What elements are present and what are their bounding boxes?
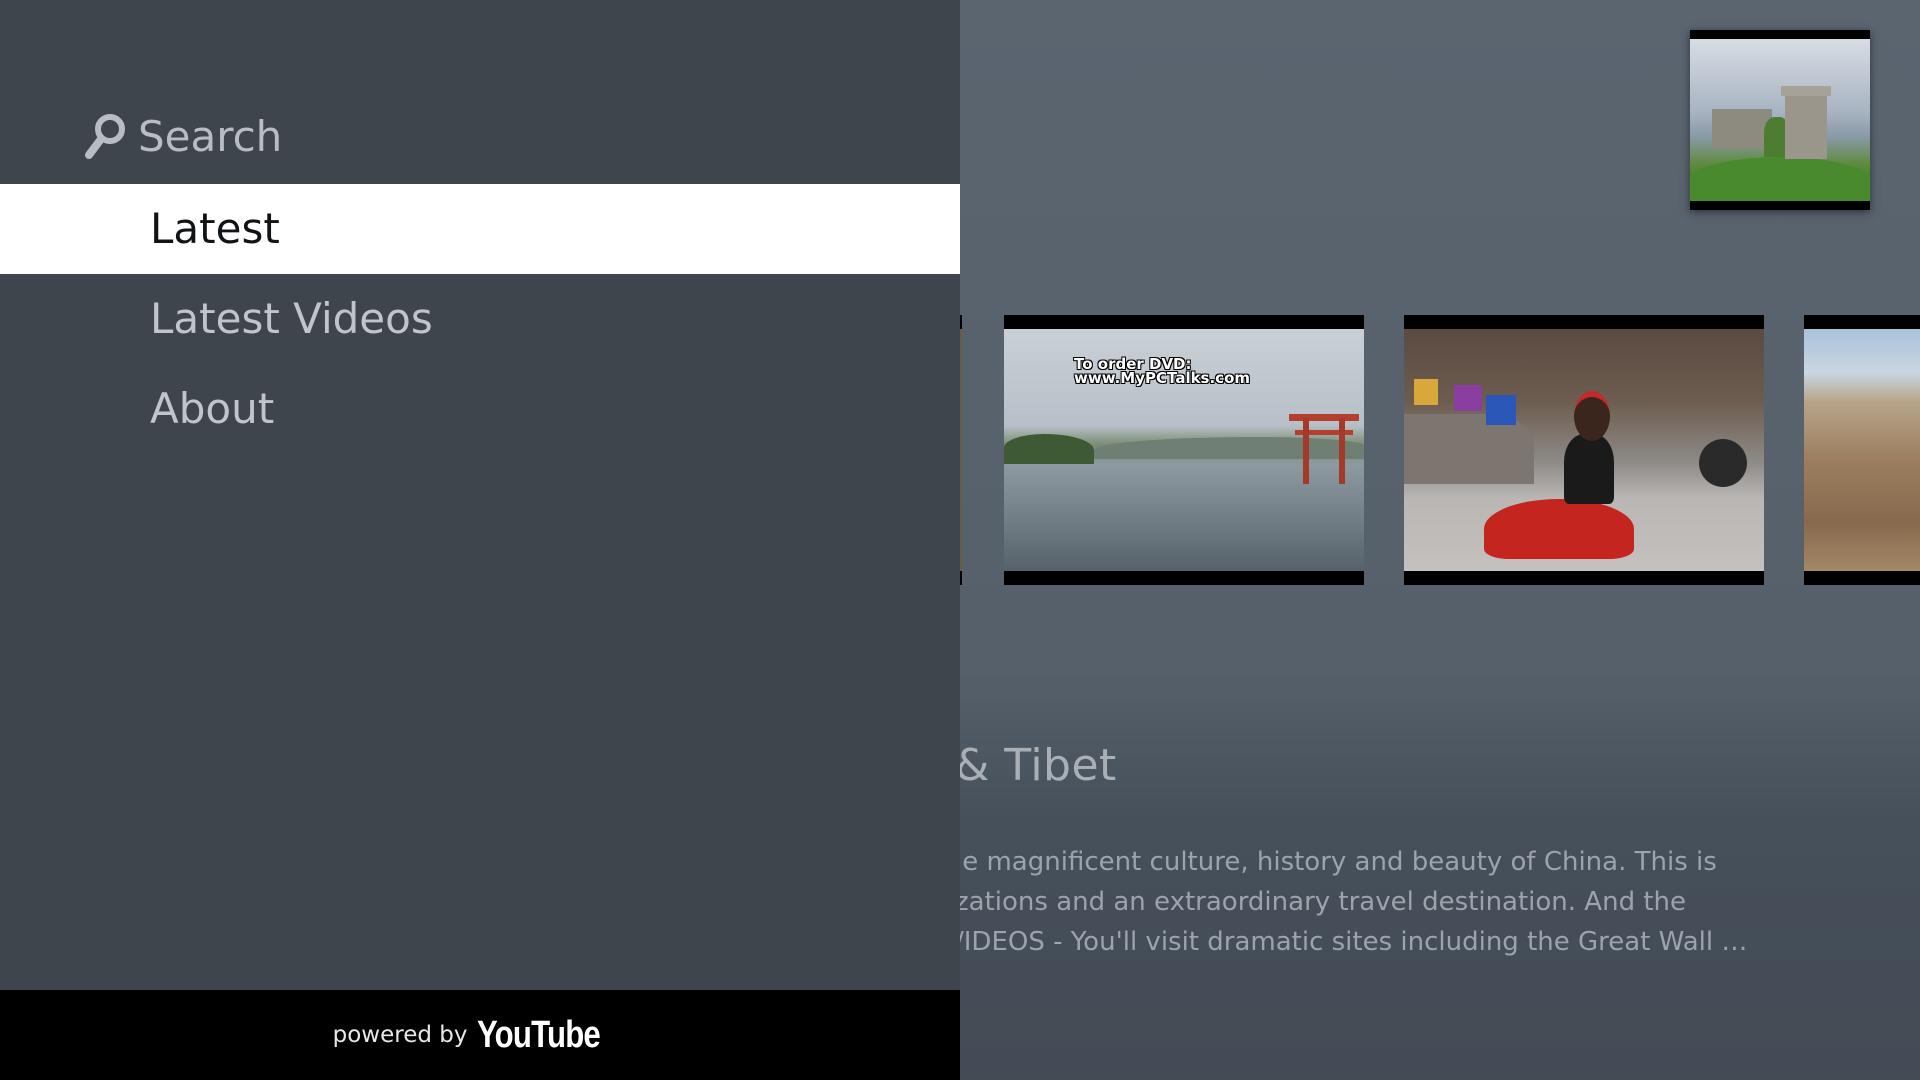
thumbnail-overlay-text: To order DVD: www.MyPCTalks.com	[1074, 355, 1251, 387]
menu-item-latest[interactable]: Latest	[0, 184, 960, 274]
search-label: Search	[138, 111, 283, 161]
search-icon	[84, 111, 128, 161]
dancer-image	[1404, 329, 1764, 571]
footer-bar: powered by YouTube	[0, 990, 960, 1080]
video-thumbnail-canyon[interactable]	[1804, 315, 1920, 585]
search-menu-item[interactable]: Search	[84, 108, 282, 164]
video-title: & Tibet	[955, 740, 1117, 791]
canyon-image	[1804, 329, 1920, 571]
navigation-drawer: Search Latest Latest Videos About powere…	[0, 0, 960, 1080]
description-line: ıe magnificent culture, history and beau…	[955, 847, 1717, 877]
menu-item-latest-videos[interactable]: Latest Videos	[0, 274, 960, 364]
video-description: ıe magnificent culture, history and beau…	[955, 842, 1895, 962]
torii-gate-image: To order DVD: www.MyPCTalks.com	[1004, 329, 1364, 571]
powered-by-text: powered by	[332, 1022, 468, 1048]
video-thumbnail-miyajima[interactable]: To order DVD: www.MyPCTalks.com	[1004, 315, 1364, 585]
menu-item-label: About	[150, 384, 275, 433]
description-line: zations and an extraordinary travel dest…	[955, 887, 1687, 917]
youtube-logo: YouTube	[477, 1013, 601, 1056]
description-line: /IDEOS - You'll visit dramatic sites inc…	[955, 927, 1748, 957]
featured-video-thumbnail[interactable]	[1690, 30, 1870, 210]
castle-image	[1690, 39, 1870, 201]
video-thumbnail-dance[interactable]	[1404, 315, 1764, 585]
menu-item-label: Latest	[150, 204, 280, 253]
menu-item-about[interactable]: About	[0, 364, 960, 454]
menu-item-label: Latest Videos	[150, 294, 433, 343]
